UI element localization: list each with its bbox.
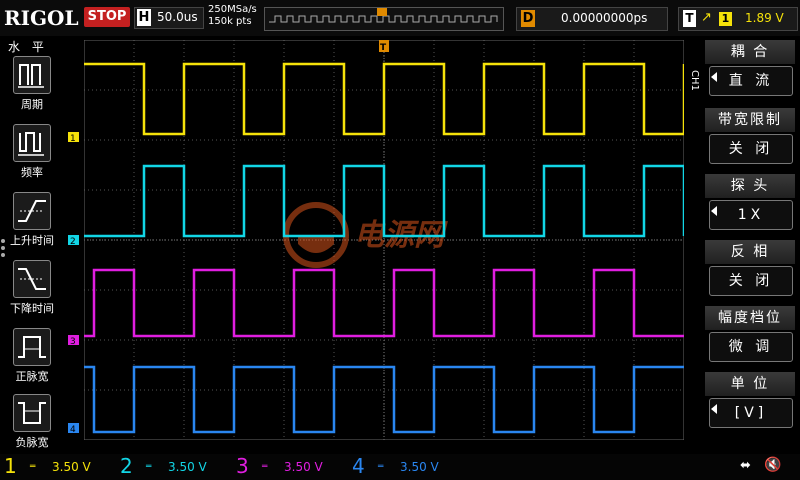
- memory-waveform-overview: [269, 8, 498, 23]
- unit-value[interactable]: [V]: [709, 398, 793, 428]
- volts-div-label: 幅度档位: [705, 306, 795, 330]
- negative-width-icon: [13, 394, 51, 432]
- probe-menu-item[interactable]: 探 头 1X: [705, 172, 795, 236]
- timebase-indicator[interactable]: H 50.0us: [134, 7, 204, 29]
- measure-frequency-label: 频率: [21, 166, 43, 179]
- speaker-muted-icon[interactable]: 🔇: [764, 457, 781, 473]
- svg-text:4: 4: [70, 425, 76, 435]
- channel-3-tab[interactable]: 3 ═ 3.50 V: [232, 454, 342, 478]
- left-menu-title: 水 平: [8, 40, 48, 54]
- bandwidth-limit-value[interactable]: 关 闭: [709, 134, 793, 164]
- volts-div-value[interactable]: 微 调: [709, 332, 793, 362]
- channel-1-scale: 3.50 V: [52, 460, 91, 474]
- brand-logo: RIGOL: [4, 6, 79, 30]
- measure-period-label: 周期: [21, 98, 43, 111]
- coupling-label: 耦 合: [705, 40, 795, 64]
- measure-fall-time-label: 下降时间: [10, 302, 54, 315]
- channel-2-offset-marker: 2: [68, 235, 79, 247]
- channel-2-scale: 3.50 V: [168, 460, 207, 474]
- measure-fall-time-button[interactable]: 下降时间: [4, 260, 60, 322]
- memory-depth: 150k pts: [208, 16, 252, 27]
- delay-key: D: [521, 10, 535, 27]
- channel-3-number: 3: [236, 454, 249, 478]
- dc-coupling-icon: ═: [378, 462, 384, 472]
- left-arrow-icon: [711, 206, 717, 216]
- channel-2-number: 2: [120, 454, 133, 478]
- invert-value[interactable]: 关 闭: [709, 266, 793, 296]
- unit-label: 单 位: [705, 372, 795, 396]
- measure-positive-width-label: 正脉宽: [15, 370, 49, 383]
- rising-edge-icon: ↗: [701, 10, 712, 25]
- timebase-value: 50.0us: [157, 10, 198, 24]
- bandwidth-limit-menu-item[interactable]: 带宽限制 关 闭: [705, 106, 795, 170]
- probe-value[interactable]: 1X: [709, 200, 793, 230]
- waveform-display[interactable]: 电源网 T: [83, 39, 686, 441]
- unit-menu-item[interactable]: 单 位 [V]: [705, 370, 795, 434]
- svg-text:1: 1: [70, 134, 76, 144]
- svg-text:3: 3: [70, 337, 76, 347]
- measure-rise-time-label: 上升时间: [10, 234, 54, 247]
- channel-3-scale: 3.50 V: [284, 460, 323, 474]
- trigger-key: T: [683, 10, 696, 27]
- trigger-level: 1.89 V: [745, 11, 784, 25]
- trigger-position-bar[interactable]: [264, 7, 504, 31]
- channel-1-number: 1: [4, 454, 17, 478]
- measure-period-button[interactable]: 周期: [4, 56, 60, 118]
- trigger-source: 1: [719, 12, 732, 26]
- waveform-graticule: 电源网 T: [83, 39, 686, 441]
- measure-negative-width-button[interactable]: 负脉宽: [4, 394, 60, 456]
- dc-coupling-icon: ═: [30, 462, 36, 472]
- channel-4-scale: 3.50 V: [400, 460, 439, 474]
- rise-time-icon: [13, 192, 51, 230]
- measure-negative-width-label: 负脉宽: [15, 436, 49, 449]
- channel-offset-markers[interactable]: 1 2 3 4: [66, 40, 86, 440]
- dc-coupling-icon: ═: [146, 462, 152, 472]
- run-stop-button[interactable]: STOP: [84, 7, 130, 27]
- channel-status-bar: 1 ═ 3.50 V 2 ═ 3.50 V 3 ═ 3.50 V 4 ═ 3.5…: [0, 454, 800, 480]
- channel-4-tab[interactable]: 4 ═ 3.50 V: [348, 454, 458, 478]
- fall-time-icon: [13, 260, 51, 298]
- channel-3-trace: [84, 268, 684, 338]
- coupling-menu-item[interactable]: 耦 合 直 流: [705, 38, 795, 102]
- channel-menu-tab[interactable]: CH1: [686, 62, 700, 98]
- trigger-marker-label: T: [380, 43, 387, 53]
- dc-coupling-icon: ═: [262, 462, 268, 472]
- right-soft-menu: 耦 合 直 流 带宽限制 关 闭 探 头 1X 反 相 关 闭 幅度档位 微 调…: [703, 36, 800, 454]
- probe-label: 探 头: [705, 174, 795, 198]
- channel-2-tab[interactable]: 2 ═ 3.50 V: [116, 454, 226, 478]
- acquisition-info: 250MSa/s 150k pts: [208, 4, 257, 28]
- channel-2-trace: [84, 164, 686, 238]
- sample-rate: 250MSa/s: [208, 4, 257, 15]
- measure-positive-width-button[interactable]: 正脉宽: [4, 328, 60, 390]
- positive-width-icon: [13, 328, 51, 366]
- top-status-bar: RIGOL STOP H 50.0us 250MSa/s 150k pts D …: [0, 0, 800, 36]
- trigger-position-marker: [377, 8, 387, 16]
- channel-1-trace: [84, 62, 686, 136]
- channel-4-number: 4: [352, 454, 365, 478]
- channel-3-offset-marker: 3: [68, 335, 79, 347]
- left-arrow-icon: [711, 72, 717, 82]
- channel-1-offset-marker: 1: [68, 132, 79, 144]
- delay-value: 0.00000000ps: [561, 11, 648, 25]
- invert-menu-item[interactable]: 反 相 关 闭: [705, 238, 795, 302]
- measure-rise-time-button[interactable]: 上升时间: [4, 192, 60, 254]
- invert-label: 反 相: [705, 240, 795, 264]
- delay-indicator[interactable]: D 0.00000000ps: [516, 7, 668, 31]
- svg-text:2: 2: [70, 237, 76, 247]
- bandwidth-limit-label: 带宽限制: [705, 108, 795, 132]
- period-icon: [13, 56, 51, 94]
- channel-1-tab[interactable]: 1 ═ 3.50 V: [0, 454, 110, 478]
- usb-icon: ⬌: [740, 458, 751, 473]
- volts-div-menu-item[interactable]: 幅度档位 微 调: [705, 304, 795, 368]
- left-arrow-icon: [711, 404, 717, 414]
- trigger-indicator[interactable]: T ↗ 1 1.89 V: [678, 7, 798, 31]
- timebase-key: H: [137, 9, 151, 26]
- measure-frequency-button[interactable]: 频率: [4, 124, 60, 186]
- frequency-icon: [13, 124, 51, 162]
- channel-4-offset-marker: 4: [68, 423, 79, 435]
- left-soft-menu: 水 平 周期 频率 上升时间 下降时间 正脉宽 负脉宽: [0, 36, 64, 454]
- trigger-marker: T: [379, 40, 389, 53]
- coupling-value[interactable]: 直 流: [709, 66, 793, 96]
